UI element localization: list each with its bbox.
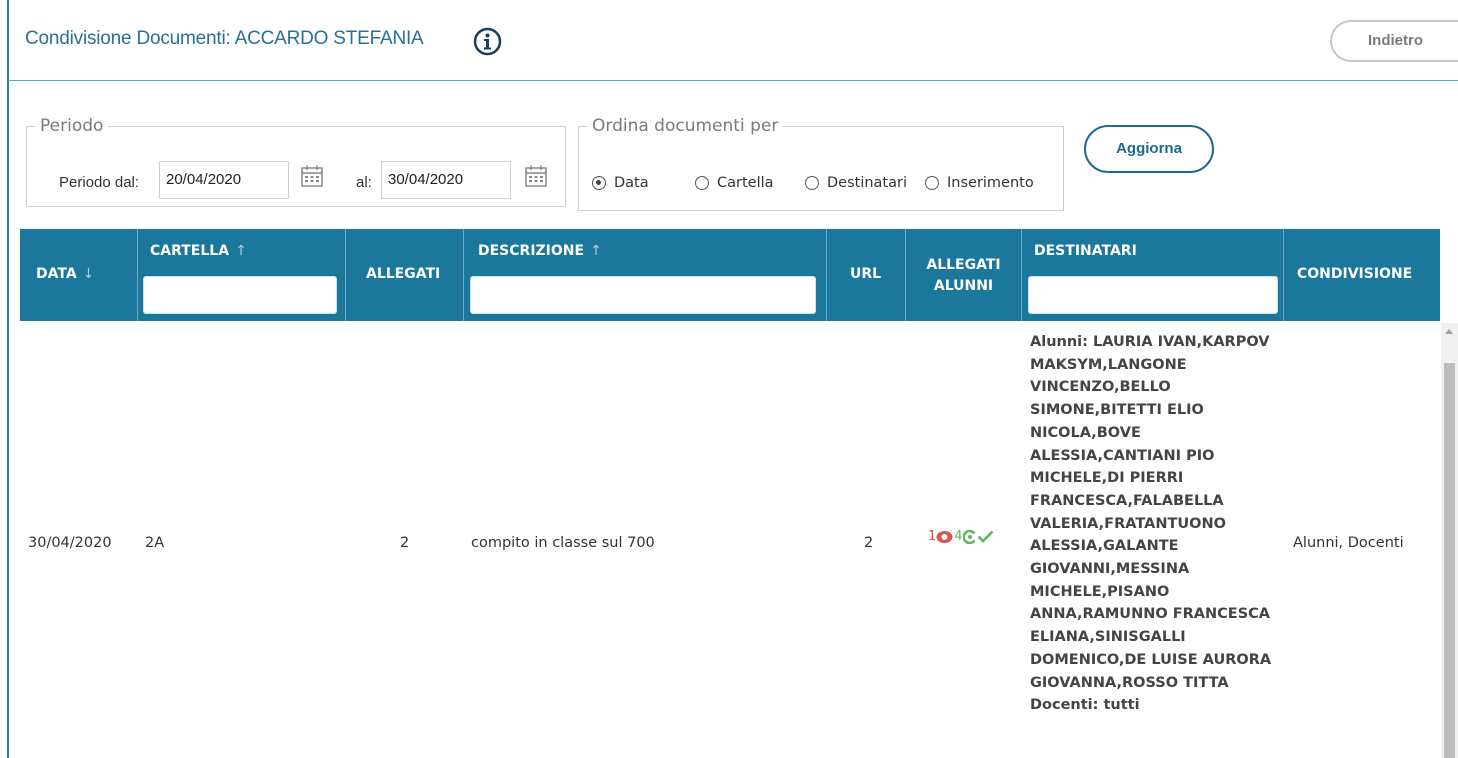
column-title: DESTINATARI bbox=[1034, 243, 1137, 259]
sort-radio-inserimento[interactable]: Inserimento bbox=[925, 175, 1034, 191]
cell-descrizione: compito in classe sul 700 bbox=[471, 535, 655, 551]
column-title: CONDIVISIONE bbox=[1297, 266, 1413, 282]
update-button[interactable]: Aggiorna bbox=[1084, 125, 1214, 173]
cell-allegati: 2 bbox=[400, 535, 410, 551]
destinatari-filter-input[interactable] bbox=[1028, 276, 1278, 314]
vertical-scrollbar[interactable] bbox=[1441, 323, 1458, 758]
cell-cartella: 2A bbox=[145, 535, 165, 551]
column-header-allegati[interactable]: ALLEGATI bbox=[346, 229, 464, 321]
period-legend: Periodo bbox=[40, 116, 104, 136]
column-header-url[interactable]: URL bbox=[827, 229, 906, 321]
sort-legend: Ordina documenti per bbox=[592, 116, 779, 136]
destinatari-line: VALERIA,FRATANTUONO bbox=[1030, 515, 1226, 532]
column-title: ALLEGATI bbox=[926, 257, 1001, 273]
sort-radio-label: Destinatari bbox=[827, 175, 907, 191]
calendar-icon[interactable] bbox=[300, 164, 324, 188]
destinatari-line: SIMONE,BITETTI ELIO bbox=[1030, 402, 1204, 419]
sort-radio-label: Data bbox=[614, 175, 649, 191]
destinatari-line: MICHELE,PISANO bbox=[1030, 583, 1170, 600]
period-from-input[interactable]: 20/04/2020 bbox=[159, 161, 289, 199]
destinatari-line: GIOVANNI,MESSINA bbox=[1030, 561, 1190, 578]
upload-circle-icon bbox=[962, 529, 976, 544]
sort-down-icon: ↓ bbox=[82, 266, 95, 282]
radio-icon bbox=[925, 176, 939, 190]
column-title: DATA bbox=[36, 266, 77, 282]
column-header-destinatari[interactable]: DESTINATARI bbox=[1022, 229, 1284, 321]
column-header-condivisione[interactable]: CONDIVISIONE bbox=[1284, 229, 1440, 321]
check-icon bbox=[977, 530, 993, 543]
column-title: ALUNNI bbox=[933, 278, 994, 294]
sort-radio-cartella[interactable]: Cartella bbox=[695, 175, 774, 191]
destinatari-line: MAKSYM,LANGONE bbox=[1030, 356, 1187, 373]
cell-allegati-alunni[interactable]: 1 4 bbox=[928, 529, 994, 544]
radio-icon bbox=[805, 176, 819, 190]
cell-data: 30/04/2020 bbox=[28, 535, 112, 551]
cartella-filter-input[interactable] bbox=[143, 276, 337, 314]
descrizione-filter-input[interactable] bbox=[470, 276, 816, 314]
sort-fieldset: Ordina documenti per bbox=[578, 116, 1064, 211]
column-header-allegati-alunni[interactable]: ALLEGATI ALUNNI bbox=[906, 229, 1022, 321]
period-to-label: al: bbox=[356, 174, 372, 191]
column-header-descrizione[interactable]: DESCRIZIONE ↑ bbox=[464, 229, 827, 321]
destinatari-line: MICHELE,DI PIERRI bbox=[1030, 470, 1184, 487]
destinatari-line: ELIANA,SINISGALLI bbox=[1030, 629, 1186, 646]
destinatari-line: NICOLA,BOVE bbox=[1030, 424, 1141, 441]
scroll-up-arrow-icon[interactable] bbox=[1445, 329, 1453, 334]
sort-up-icon: ↑ bbox=[590, 243, 602, 259]
sort-up-icon: ↑ bbox=[235, 243, 247, 259]
sort-radio-label: Inserimento bbox=[947, 175, 1034, 191]
scrollbar-thumb[interactable] bbox=[1444, 363, 1455, 758]
cell-url: 2 bbox=[864, 535, 874, 551]
left-accent-rule bbox=[7, 0, 9, 758]
seen-count: 1 bbox=[928, 529, 937, 544]
destinatari-line: VINCENZO,BELLO bbox=[1030, 379, 1171, 396]
submitted-count: 4 bbox=[954, 529, 963, 544]
radio-icon bbox=[695, 176, 709, 190]
destinatari-line: GIOVANNA,ROSSO TITTA bbox=[1030, 674, 1229, 691]
page-title: Condivisione Documenti: ACCARDO STEFANIA bbox=[25, 28, 424, 49]
destinatari-line: Docenti: tutti bbox=[1030, 697, 1140, 714]
column-title: ALLEGATI bbox=[366, 266, 441, 282]
destinatari-line: Alunni: LAURIA IVAN,KARPOV bbox=[1030, 334, 1270, 350]
table-header: DATA ↓ CARTELLA ↑ ALLEGATI DESCRIZIONE ↑ UR… bbox=[20, 229, 1440, 321]
column-title: DESCRIZIONE bbox=[478, 243, 585, 259]
column-header-data[interactable]: DATA ↓ bbox=[20, 229, 138, 321]
column-title: CARTELLA bbox=[150, 243, 230, 259]
column-header-cartella[interactable]: CARTELLA ↑ bbox=[138, 229, 346, 321]
sort-radio-destinatari[interactable]: Destinatari bbox=[805, 175, 907, 191]
sort-radio-label: Cartella bbox=[717, 175, 774, 191]
destinatari-line: ALESSIA,GALANTE bbox=[1030, 538, 1179, 555]
cell-destinatari: Alunni: LAURIA IVAN,KARPOV MAKSYM,LANGON… bbox=[1030, 331, 1271, 717]
sort-radio-data[interactable]: Data bbox=[592, 175, 649, 191]
destinatari-line: FRANCESCA,FALABELLA bbox=[1030, 492, 1224, 509]
destinatari-line: ANNA,RAMUNNO FRANCESCA bbox=[1030, 606, 1271, 623]
info-circle-icon[interactable] bbox=[473, 27, 502, 56]
period-to-input[interactable]: 30/04/2020 bbox=[381, 161, 511, 199]
radio-selected-icon bbox=[592, 176, 606, 190]
period-from-label: Periodo dal: bbox=[59, 174, 140, 191]
destinatari-line: ALESSIA,CANTIANI PIO bbox=[1030, 447, 1215, 464]
calendar-icon[interactable] bbox=[524, 164, 548, 188]
destinatari-line: DOMENICO,DE LUISE AURORA bbox=[1030, 651, 1272, 668]
column-title: URL bbox=[850, 266, 882, 282]
back-button[interactable]: Indietro bbox=[1330, 20, 1458, 62]
eye-icon bbox=[936, 530, 953, 543]
cell-condivisione: Alunni, Docenti bbox=[1293, 535, 1404, 551]
title-divider bbox=[8, 80, 1458, 81]
